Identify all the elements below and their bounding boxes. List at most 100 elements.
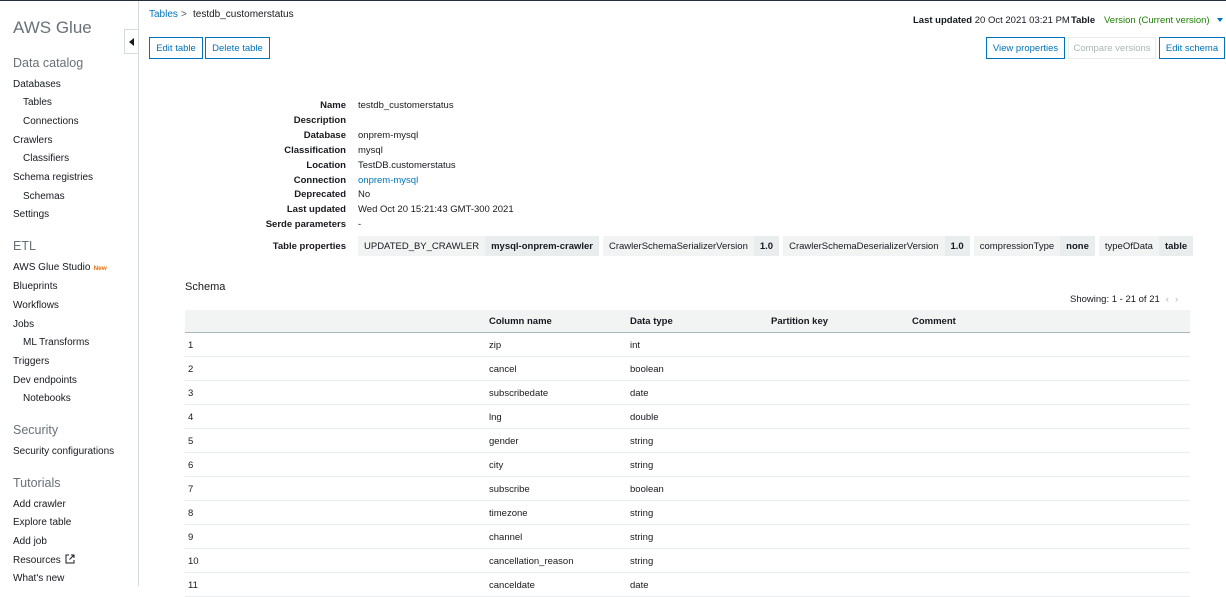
nav-resources[interactable]: Resources xyxy=(13,554,75,567)
table-row: 11 canceldate date xyxy=(185,573,1190,597)
cell-column-name: cancel xyxy=(489,364,517,375)
cell-index: 4 xyxy=(188,412,194,423)
last-updated-value: 20 Oct 2021 03:21 PM xyxy=(974,15,1070,26)
property-key: typeOfData xyxy=(1104,240,1153,252)
database-value: onprem-mysql xyxy=(358,130,419,141)
cell-data-type: boolean xyxy=(630,484,664,495)
header-comment[interactable]: Comment xyxy=(912,316,956,327)
cell-data-type: string xyxy=(630,508,654,519)
nav-ml-transforms[interactable]: ML Transforms xyxy=(23,337,89,348)
cell-index: 2 xyxy=(188,364,194,375)
cell-data-type: double xyxy=(630,412,659,423)
schema-title: Schema xyxy=(185,281,226,293)
compare-versions-button[interactable]: Compare versions xyxy=(1068,37,1156,59)
nav-notebooks[interactable]: Notebooks xyxy=(23,393,71,404)
nav-jobs[interactable]: Jobs xyxy=(13,319,34,330)
nav-schemas[interactable]: Schemas xyxy=(23,191,65,202)
table-version-label: Table xyxy=(1071,15,1096,26)
cell-data-type: string xyxy=(630,556,654,567)
breadcrumb-separator-icon: > xyxy=(181,9,187,20)
version-select[interactable]: Version (Current version) xyxy=(1104,15,1223,26)
nav-schema-registries[interactable]: Schema registries xyxy=(13,172,93,183)
nav-add-crawler[interactable]: Add crawler xyxy=(13,499,66,510)
edit-table-button[interactable]: Edit table xyxy=(149,37,203,59)
cell-index: 1 xyxy=(188,340,194,351)
description-label: Description xyxy=(293,115,346,126)
table-property: UPDATED_BY_CRAWLER mysql-onprem-crawler xyxy=(358,236,599,256)
edit-schema-button[interactable]: Edit schema xyxy=(1159,37,1225,59)
table-row: 9 channel string xyxy=(185,525,1190,549)
name-label: Name xyxy=(320,100,346,111)
chevron-right-icon[interactable]: › xyxy=(1175,294,1178,305)
nav-dev-endpoints[interactable]: Dev endpoints xyxy=(13,375,77,386)
table-row: 7 subscribe boolean xyxy=(185,477,1190,501)
table-header: Column name Data type Partition key Comm… xyxy=(185,310,1190,333)
nav-databases[interactable]: Databases xyxy=(13,79,61,90)
table-property: compressionType none xyxy=(973,236,1095,256)
nav-security-configurations[interactable]: Security configurations xyxy=(13,446,114,457)
section-etl: ETL xyxy=(13,239,36,253)
name-value: testdb_customerstatus xyxy=(358,100,454,111)
cell-index: 3 xyxy=(188,388,194,399)
cell-column-name: subscribe xyxy=(489,484,530,495)
nav-whats-new[interactable]: What's new xyxy=(13,573,64,584)
nav-connections[interactable]: Connections xyxy=(23,116,79,127)
view-properties-button[interactable]: View properties xyxy=(986,37,1065,59)
nav-crawlers[interactable]: Crawlers xyxy=(13,135,52,146)
property-value: table xyxy=(1158,236,1194,256)
serde-parameters-label: Serde parameters xyxy=(265,219,346,230)
table-row: 2 cancel boolean xyxy=(185,357,1190,381)
cell-index: 9 xyxy=(188,532,194,543)
table-row: 6 city string xyxy=(185,453,1190,477)
property-key: compressionType xyxy=(979,240,1055,252)
classification-label: Classification xyxy=(284,145,346,156)
cell-column-name: lng xyxy=(489,412,502,423)
cell-column-name: city xyxy=(489,460,504,471)
last-updated-detail-label: Last updated xyxy=(286,204,346,215)
nav-workflows[interactable]: Workflows xyxy=(13,300,59,311)
cell-column-name: cancellation_reason xyxy=(489,556,574,567)
property-value: 1.0 xyxy=(944,236,970,256)
deprecated-value: No xyxy=(358,189,371,200)
chevron-left-icon[interactable]: ‹ xyxy=(1166,294,1169,305)
version-select-value: Version (Current version) xyxy=(1104,15,1210,26)
connection-link[interactable]: onprem-mysql xyxy=(358,175,418,186)
delete-table-button[interactable]: Delete table xyxy=(205,37,270,59)
nav-add-job[interactable]: Add job xyxy=(13,536,47,547)
property-key: CrawlerSchemaDeserializerVersion xyxy=(789,240,939,252)
nav-explore-table[interactable]: Explore table xyxy=(13,517,71,528)
collapse-sidebar-button[interactable] xyxy=(124,29,139,54)
pagination: Showing: 1 - 21 of 21 ‹ › xyxy=(1070,294,1178,305)
nav-classifiers[interactable]: Classifiers xyxy=(23,153,69,164)
breadcrumb-tables-link[interactable]: Tables xyxy=(149,9,178,20)
breadcrumb-current: testdb_customerstatus xyxy=(193,9,294,20)
nav-blueprints[interactable]: Blueprints xyxy=(13,281,57,292)
classification-value: mysql xyxy=(358,145,383,156)
table-property: CrawlerSchemaDeserializerVersion 1.0 xyxy=(783,236,970,256)
table-row: 10 cancellation_reason string xyxy=(185,549,1190,573)
cell-data-type: date xyxy=(630,580,649,591)
database-label: Database xyxy=(303,130,346,141)
location-label: Location xyxy=(306,160,346,171)
cell-column-name: zip xyxy=(489,340,502,351)
property-key: UPDATED_BY_CRAWLER xyxy=(364,240,480,252)
section-data-catalog: Data catalog xyxy=(13,56,84,70)
service-title[interactable]: AWS Glue xyxy=(13,18,92,38)
cell-data-type: string xyxy=(630,532,654,543)
nav-glue-studio[interactable]: AWS Glue Studio New xyxy=(13,262,107,273)
cell-column-name: canceldate xyxy=(489,580,535,591)
nav-tables[interactable]: Tables xyxy=(23,97,52,108)
property-value: none xyxy=(1060,236,1095,256)
property-value: 1.0 xyxy=(753,236,780,256)
header-data-type[interactable]: Data type xyxy=(630,316,673,327)
table-row: 5 gender string xyxy=(185,429,1190,453)
header-partition-key[interactable]: Partition key xyxy=(771,316,828,327)
nav-triggers[interactable]: Triggers xyxy=(13,356,49,367)
nav-settings[interactable]: Settings xyxy=(13,209,49,220)
cell-column-name: subscribedate xyxy=(489,388,549,399)
header-column-name[interactable]: Column name xyxy=(489,316,552,327)
table-property: typeOfData table xyxy=(1098,236,1194,256)
serde-parameters-value: - xyxy=(358,219,362,230)
cell-index: 7 xyxy=(188,484,194,495)
cell-index: 11 xyxy=(188,580,198,591)
